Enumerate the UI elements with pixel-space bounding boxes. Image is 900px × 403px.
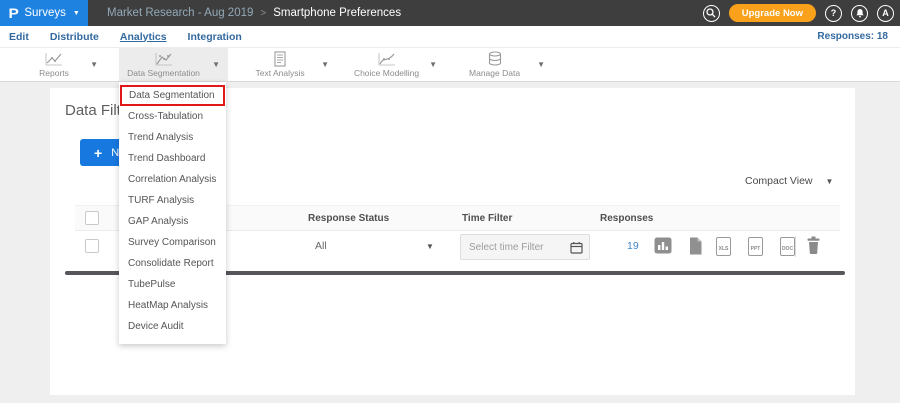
- breadcrumb-current: Smartphone Preferences: [273, 7, 401, 19]
- column-header-response-status: Response Status: [308, 213, 389, 224]
- upgrade-now-button[interactable]: Upgrade Now: [729, 4, 816, 22]
- export-ppt-icon[interactable]: PPT: [748, 237, 763, 256]
- responses-value: 19: [627, 240, 639, 252]
- questionpro-logo-icon: P: [9, 5, 19, 21]
- avatar[interactable]: A: [877, 5, 894, 22]
- column-header-time-filter: Time Filter: [462, 213, 512, 224]
- menu-item-device-audit[interactable]: Device Audit: [119, 316, 226, 337]
- menu-item-data-segmentation[interactable]: Data Segmentation: [120, 85, 225, 106]
- breadcrumb: Market Research - Aug 2019 > Smartphone …: [107, 7, 401, 19]
- toolbar-item-reports[interactable]: Reports ▼: [22, 48, 106, 81]
- toolbar-item-label: Manage Data: [469, 68, 520, 78]
- breadcrumb-parent[interactable]: Market Research - Aug 2019: [107, 7, 253, 19]
- menu-item-consolidate-report[interactable]: Consolidate Report: [119, 253, 226, 274]
- menu-item-correlation-analysis[interactable]: Correlation Analysis: [119, 169, 226, 190]
- surveys-menu[interactable]: P Surveys ▼: [0, 0, 88, 26]
- chevron-down-icon[interactable]: ▼: [429, 60, 437, 69]
- database-icon: [487, 51, 503, 67]
- menu-item-gap-analysis[interactable]: GAP Analysis: [119, 211, 226, 232]
- toolbar-item-label: Choice Modelling: [354, 68, 419, 78]
- model-chart-icon: [377, 52, 397, 67]
- toolbar-item-label: Text Analysis: [255, 68, 304, 78]
- menu-item-tubepulse[interactable]: TubePulse: [119, 274, 226, 295]
- toolbar-item-choice-modelling[interactable]: Choice Modelling ▼: [348, 48, 445, 81]
- text-document-icon: [272, 51, 288, 67]
- topbar-actions: Upgrade Now ? A: [703, 4, 900, 22]
- menu-item-heatmap-analysis[interactable]: HeatMap Analysis: [119, 295, 226, 316]
- export-doc-icon[interactable]: DOC: [780, 237, 795, 256]
- time-filter-field: [460, 234, 590, 260]
- response-status-value[interactable]: All: [315, 240, 327, 252]
- nav-item-analytics[interactable]: Analytics: [120, 31, 167, 43]
- help-icon[interactable]: ?: [825, 5, 842, 22]
- plus-icon: +: [94, 146, 102, 160]
- data-segmentation-menu: Data Segmentation Cross-Tabulation Trend…: [119, 82, 226, 344]
- toolbar-item-data-segmentation[interactable]: Data Segmentation ▼: [119, 48, 228, 81]
- chevron-down-icon: ▼: [826, 177, 834, 186]
- compact-view-dropdown[interactable]: Compact View ▼: [745, 175, 833, 187]
- menu-item-trend-dashboard[interactable]: Trend Dashboard: [119, 148, 226, 169]
- product-name: Surveys: [24, 7, 66, 19]
- menu-item-turf-analysis[interactable]: TURF Analysis: [119, 190, 226, 211]
- time-filter-input[interactable]: [461, 242, 570, 253]
- chevron-down-icon[interactable]: ▼: [537, 60, 545, 69]
- view-chart-icon[interactable]: [654, 237, 672, 254]
- menu-item-trend-analysis[interactable]: Trend Analysis: [119, 127, 226, 148]
- toolbar-item-text-analysis[interactable]: Text Analysis ▼: [243, 48, 337, 81]
- menu-item-cross-tabulation[interactable]: Cross-Tabulation: [119, 106, 226, 127]
- search-icon[interactable]: [703, 5, 720, 22]
- toolbar-item-label: Reports: [39, 68, 69, 78]
- delete-trash-icon[interactable]: [806, 236, 821, 254]
- breadcrumb-separator: >: [260, 8, 266, 19]
- chevron-down-icon: ▼: [73, 10, 80, 17]
- report-document-icon[interactable]: [688, 237, 703, 255]
- row-checkbox[interactable]: [85, 239, 99, 253]
- nav-item-integration[interactable]: Integration: [188, 31, 242, 43]
- chevron-down-icon[interactable]: ▼: [321, 60, 329, 69]
- nav-item-edit[interactable]: Edit: [9, 31, 29, 43]
- chevron-down-icon[interactable]: ▼: [212, 60, 220, 69]
- toolbar-item-label: Data Segmentation: [127, 68, 200, 78]
- segmentation-chart-icon: [154, 52, 174, 67]
- chevron-down-icon[interactable]: ▼: [426, 242, 434, 251]
- top-bar: P Surveys ▼ Market Research - Aug 2019 >…: [0, 0, 900, 26]
- responses-count: Responses: 18: [817, 31, 888, 42]
- survey-nav: Edit Distribute Analytics Integration Re…: [0, 26, 900, 48]
- nav-item-distribute[interactable]: Distribute: [50, 31, 99, 43]
- analytics-toolbar: Reports ▼ Data Segmentation ▼ Text Analy…: [0, 48, 900, 82]
- notifications-bell-icon[interactable]: [851, 5, 868, 22]
- divider: [795, 236, 796, 257]
- select-all-checkbox[interactable]: [85, 211, 99, 225]
- menu-item-survey-comparison[interactable]: Survey Comparison: [119, 232, 226, 253]
- chevron-down-icon[interactable]: ▼: [90, 60, 98, 69]
- calendar-icon[interactable]: [570, 241, 583, 254]
- toolbar-item-manage-data[interactable]: Manage Data ▼: [456, 48, 553, 81]
- export-xls-icon[interactable]: XLS: [716, 237, 731, 256]
- line-chart-icon: [44, 52, 64, 67]
- column-header-responses: Responses: [600, 213, 653, 224]
